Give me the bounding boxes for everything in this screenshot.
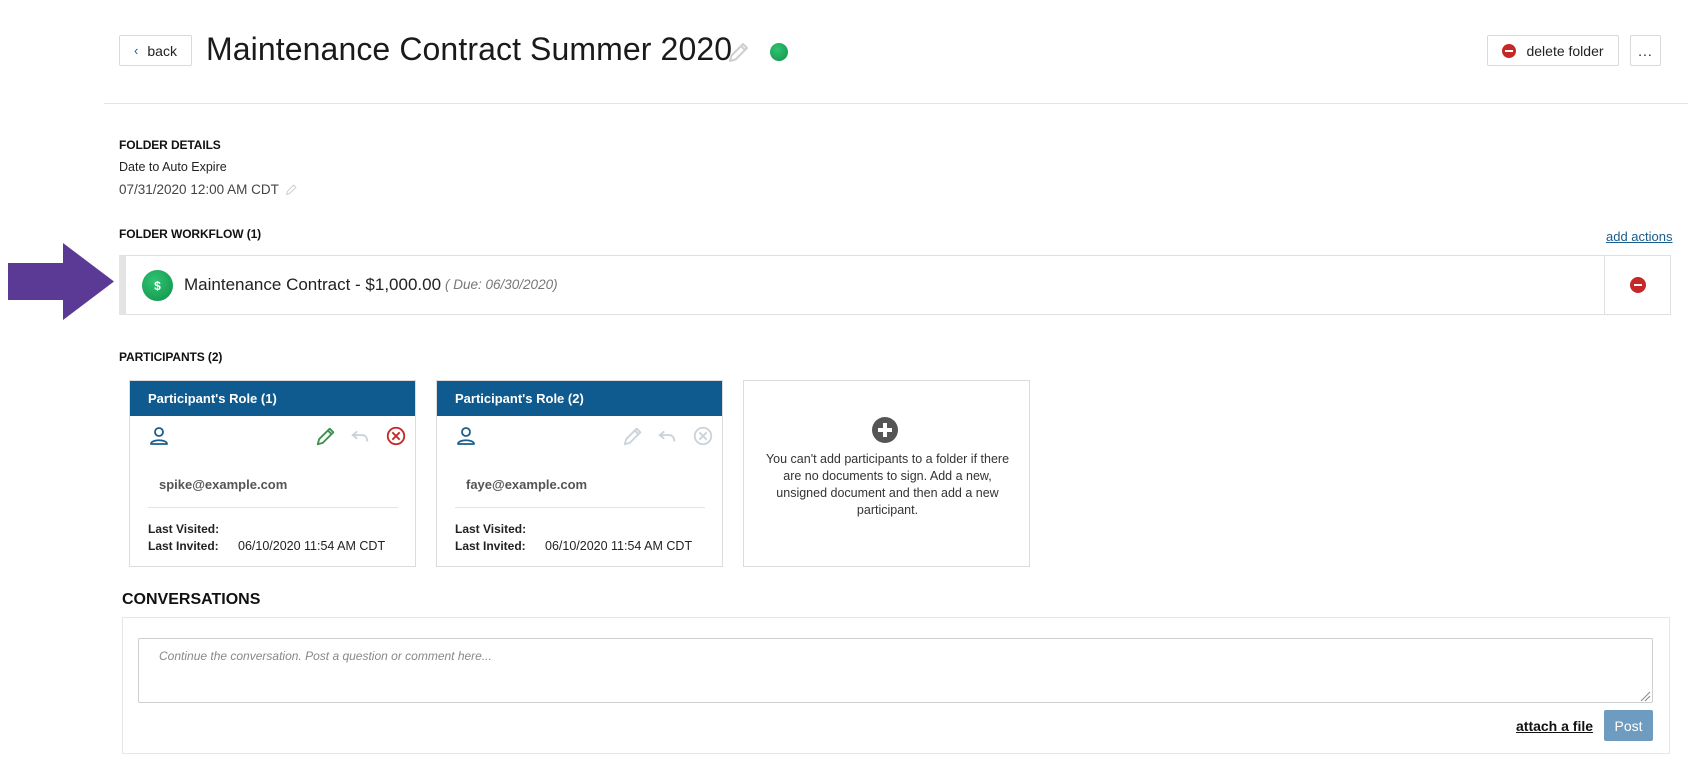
undo-icon[interactable] [656, 425, 678, 447]
back-button[interactable]: ‹ back [119, 35, 192, 66]
add-participant-card: You can't add participants to a folder i… [743, 380, 1030, 567]
participant-email: faye@example.com [466, 477, 588, 492]
remove-circle-icon [1502, 43, 1517, 58]
folder-details-heading: FOLDER DETAILS [119, 138, 221, 152]
edit-pencil-icon[interactable] [622, 425, 644, 447]
undo-icon[interactable] [349, 425, 371, 447]
conversations-heading: CONVERSATIONS [122, 591, 261, 608]
last-invited-label: Last Invited: [148, 539, 219, 553]
participant-email: spike@example.com [159, 477, 288, 492]
remove-participant-icon[interactable] [692, 425, 714, 447]
add-actions-link[interactable]: add actions [1606, 229, 1673, 244]
person-icon [457, 427, 475, 445]
status-indicator [770, 43, 788, 61]
folder-workflow-heading: FOLDER WORKFLOW (1) [119, 227, 262, 241]
last-invited-date: 06/10/2020 11:54 AM CDT [545, 539, 693, 553]
participant-card: Participant's Role (1) spike@example.com… [129, 380, 416, 567]
participant-actions [130, 423, 415, 449]
edit-date-pencil-icon[interactable] [285, 183, 298, 196]
conversation-panel: attach a file Post [122, 617, 1670, 754]
page-title: Maintenance Contract Summer 2020 [206, 31, 733, 67]
add-circle-icon[interactable] [872, 417, 898, 443]
participant-role: Participant's Role (2) [437, 381, 722, 416]
expire-value-row: 07/31/2020 12:00 AM CDT [119, 182, 298, 197]
conversation-input[interactable] [138, 638, 1653, 703]
delete-folder-label: delete folder [1526, 42, 1604, 59]
workflow-item-name: Maintenance Contract - $1,000.00 [184, 275, 442, 294]
divider [455, 507, 705, 508]
more-options-button[interactable]: ... [1630, 35, 1661, 66]
remove-workflow-button[interactable] [1604, 256, 1670, 314]
delete-folder-button[interactable]: delete folder [1487, 35, 1619, 66]
remove-circle-icon [1629, 277, 1646, 293]
last-invited-date: 06/10/2020 11:54 AM CDT [238, 539, 386, 553]
workflow-item[interactable]: $ Maintenance Contract - $1,000.00 ( Due… [119, 255, 1671, 315]
participant-role: Participant's Role (1) [130, 381, 415, 416]
last-invited-label: Last Invited: [455, 539, 526, 553]
participant-card: Participant's Role (2) faye@example.com … [436, 380, 723, 567]
remove-participant-icon[interactable] [385, 425, 407, 447]
expire-label: Date to Auto Expire [119, 160, 227, 174]
header-divider [104, 103, 1688, 104]
expire-date: 07/31/2020 12:00 AM CDT [119, 182, 279, 197]
pencil-icon[interactable] [727, 40, 751, 64]
annotation-arrow-icon [8, 243, 114, 320]
participants-heading: PARTICIPANTS (2) [119, 350, 223, 364]
person-icon [150, 427, 168, 445]
last-visited-label: Last Visited: [455, 522, 527, 536]
workflow-item-due: ( Due: 06/30/2020) [445, 277, 558, 292]
attach-file-link[interactable]: attach a file [1516, 718, 1593, 734]
divider [148, 507, 398, 508]
add-participant-message: You can't add participants to a folder i… [765, 452, 1010, 517]
last-visited-label: Last Visited: [148, 522, 220, 536]
back-label: back [147, 42, 177, 59]
chevron-left-icon: ‹ [134, 43, 139, 58]
edit-pencil-icon[interactable] [315, 425, 337, 447]
post-button[interactable]: Post [1604, 710, 1653, 741]
dollar-icon: $ [142, 270, 173, 301]
participant-actions [437, 423, 722, 449]
